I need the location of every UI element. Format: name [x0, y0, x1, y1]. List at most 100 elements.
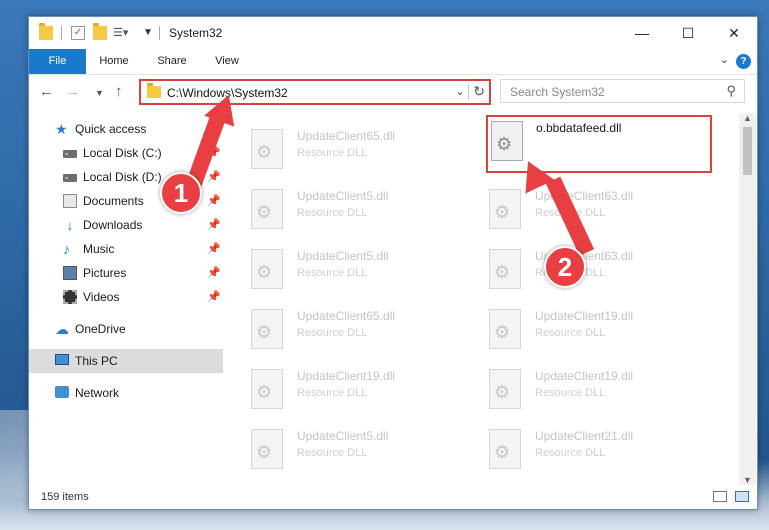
folder-icon [39, 23, 53, 40]
sidebar-item-this-pc[interactable]: This PC [29, 349, 223, 373]
sidebar-item-downloads[interactable]: ↓ Downloads 📌 [29, 213, 223, 237]
new-folder-icon[interactable] [93, 23, 107, 40]
tab-share[interactable]: Share [147, 49, 197, 74]
file-name: UpdateClient5.dll [297, 429, 389, 443]
vertical-scrollbar[interactable]: ▲ ▼ [739, 113, 756, 485]
pin-icon[interactable]: 📌 [207, 213, 221, 237]
list-item[interactable]: UpdateClient65.dll Resource DLL [229, 303, 459, 353]
file-name: UpdateClient21.dll [535, 429, 634, 443]
list-item[interactable]: UpdateClient19.dll Resource DLL [229, 363, 459, 413]
list-item[interactable]: UpdateClient21.dll Resource DLL [467, 423, 697, 473]
scroll-down-icon[interactable]: ▼ [743, 475, 752, 485]
videos-icon [63, 290, 77, 304]
search-box[interactable]: Search System32 ⚲ [500, 79, 745, 103]
sidebar-item-onedrive[interactable]: ☁ OneDrive [29, 317, 223, 341]
file-list: UpdateClient65.dll Resource DLL o.bbdata… [229, 113, 739, 485]
address-dropdown-icon[interactable]: ⌄ [455, 84, 465, 98]
dll-file-icon [251, 189, 283, 229]
recent-locations-icon[interactable]: ▼ [95, 88, 104, 98]
file-type: Resource DLL [297, 207, 368, 219]
list-item[interactable]: UpdateClient5.dll Resource DLL [229, 423, 459, 473]
item-count: 159 items [41, 491, 89, 503]
list-item[interactable]: UpdateClient5.dll Resource DLL [229, 183, 459, 233]
dll-file-icon [491, 121, 523, 161]
large-icons-view-icon[interactable] [735, 491, 749, 502]
maximize-button[interactable]: ☐ [665, 17, 711, 49]
dll-file-icon [489, 429, 521, 469]
file-type: Resource DLL [297, 267, 368, 279]
pictures-icon [63, 266, 77, 280]
dll-file-icon [251, 429, 283, 469]
file-name: UpdateClient65.dll [297, 129, 396, 143]
dll-file-icon [489, 369, 521, 409]
dll-file-icon [489, 249, 521, 289]
sidebar-item-label: Videos [83, 290, 120, 304]
folder-icon [147, 83, 161, 98]
pin-icon[interactable]: 📌 [207, 237, 221, 261]
sidebar-item-pictures[interactable]: Pictures 📌 [29, 261, 223, 285]
sidebar-item-label: Local Disk (D:) [83, 170, 162, 184]
list-item[interactable]: UpdateClient19.dll Resource DLL [467, 303, 697, 353]
forward-arrow-icon[interactable]: → [65, 83, 80, 100]
scroll-up-icon[interactable]: ▲ [743, 113, 752, 123]
drive-icon [63, 174, 77, 182]
star-icon: ★ [55, 121, 68, 137]
status-bar: 159 items [29, 485, 757, 509]
close-button[interactable]: ✕ [711, 17, 757, 49]
list-item[interactable]: UpdateClient5.dll Resource DLL [229, 243, 459, 293]
divider [159, 26, 160, 40]
help-button[interactable]: ? [736, 54, 751, 69]
navigation-bar: ← → ▼ ↑ C:\Windows\System32 ⌄ ↻ Search S… [29, 75, 757, 109]
sidebar-item-network[interactable]: Network [29, 381, 223, 405]
file-type: Resource DLL [535, 447, 606, 459]
pin-icon[interactable]: 📌 [207, 285, 221, 309]
sidebar-item-label: Network [75, 386, 120, 400]
pin-icon[interactable]: 📌 [207, 189, 221, 213]
list-item[interactable]: UpdateClient19.dll Resource DLL [467, 363, 697, 413]
sidebar-item-music[interactable]: ♪ Music 📌 [29, 237, 223, 261]
pin-icon[interactable]: 📌 [207, 261, 221, 285]
sidebar-item-quick-access[interactable]: ★ Quick access [29, 117, 223, 141]
sidebar-item-label: OneDrive [75, 322, 126, 336]
address-bar[interactable]: C:\Windows\System32 ⌄ ↻ [139, 79, 491, 105]
dll-file-icon [251, 309, 283, 349]
expand-ribbon-icon[interactable]: ⌄ [720, 53, 729, 66]
file-type: Resource DLL [535, 387, 606, 399]
sidebar-item-label: Downloads [83, 218, 143, 232]
sidebar-item-videos[interactable]: Videos 📌 [29, 285, 223, 309]
quick-access-dropdown-icon[interactable]: ▼ [143, 26, 157, 40]
customize-toolbar-icon[interactable]: ☰▾ [113, 26, 128, 40]
properties-icon[interactable]: ✓ [71, 26, 85, 40]
pin-icon[interactable]: 📌 [207, 165, 221, 189]
dll-file-icon [251, 369, 283, 409]
tab-file[interactable]: File [29, 49, 86, 74]
dll-file-icon [251, 249, 283, 289]
window-title: System32 [169, 26, 223, 40]
file-name: UpdateClient19.dll [535, 369, 634, 383]
scrollbar-thumb[interactable] [743, 127, 752, 175]
minimize-button[interactable]: — [619, 17, 665, 49]
file-type: Resource DLL [535, 327, 606, 339]
music-icon: ♪ [63, 241, 70, 257]
up-arrow-icon[interactable]: ↑ [115, 83, 123, 100]
search-input[interactable]: Search System32 [510, 85, 605, 99]
details-view-icon[interactable] [713, 491, 727, 502]
list-item[interactable]: UpdateClient65.dll Resource DLL [229, 123, 459, 173]
sidebar-item-label: Quick access [75, 122, 147, 136]
step-1-badge: 1 [160, 172, 202, 214]
sidebar-item-label: Music [83, 242, 115, 256]
tab-view[interactable]: View [205, 49, 249, 74]
file-type: Resource DLL [297, 147, 368, 159]
refresh-icon[interactable]: ↻ [468, 83, 485, 100]
sidebar-item-label: Local Disk (C:) [83, 146, 162, 160]
file-name: o.bbdatafeed.dll [536, 121, 622, 135]
download-icon: ↓ [66, 217, 74, 233]
tab-home[interactable]: Home [89, 49, 139, 74]
back-arrow-icon[interactable]: ← [39, 83, 54, 100]
dll-file-icon [489, 309, 521, 349]
drive-icon [63, 150, 77, 158]
ribbon-tabs: File Home Share View ⌄ ? [29, 49, 757, 75]
search-icon[interactable]: ⚲ [726, 83, 736, 99]
file-explorer-window: ✓ ☰▾ ▼ System32 — ☐ ✕ File Home Share Vi… [28, 16, 758, 510]
file-name: UpdateClient5.dll [297, 249, 389, 263]
